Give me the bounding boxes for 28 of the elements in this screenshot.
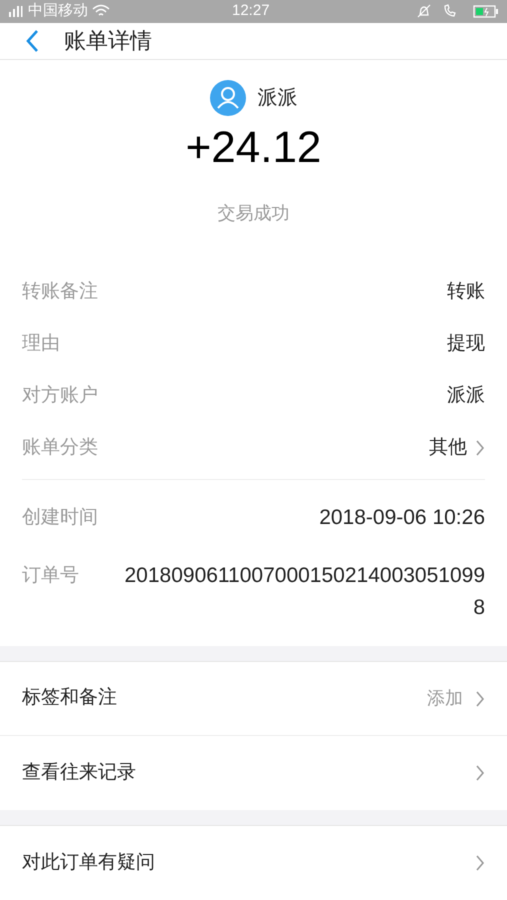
detail-value: 提现 — [447, 332, 485, 356]
detail-value: 转账 — [447, 280, 485, 304]
signal-icon — [8, 4, 24, 18]
detail-label: 理由 — [22, 332, 60, 356]
detail-label: 订单号 — [22, 564, 79, 588]
detail-value: 派派 — [447, 384, 485, 408]
chevron-right-icon — [475, 854, 485, 872]
detail-value: 2018-09-06 10:26 — [319, 505, 485, 531]
chevron-right-icon — [475, 764, 485, 782]
detail-label: 转账备注 — [22, 280, 98, 304]
wifi-icon — [92, 4, 110, 18]
back-icon — [25, 28, 39, 53]
detail-label: 对方账户 — [22, 384, 98, 408]
carrier-name: 中国移动 — [28, 1, 88, 21]
detail-value: 其他 — [429, 436, 467, 460]
detail-label: 账单分类 — [22, 436, 98, 460]
page-title: 账单详情 — [64, 27, 152, 56]
clock-time: 12:27 — [232, 1, 270, 21]
transaction-status: 交易成功 — [218, 202, 290, 225]
payer-name: 派派 — [258, 86, 298, 111]
amount: +24.12 — [186, 126, 322, 170]
detail-label: 创建时间 — [22, 506, 98, 530]
avatar-icon — [210, 80, 246, 116]
bell-muted-icon — [417, 4, 431, 18]
chevron-right-icon — [475, 690, 485, 708]
chevron-right-icon — [475, 439, 485, 457]
battery-icon — [473, 4, 499, 18]
detail-value: 20180906110070001502140030510998 — [124, 563, 485, 621]
